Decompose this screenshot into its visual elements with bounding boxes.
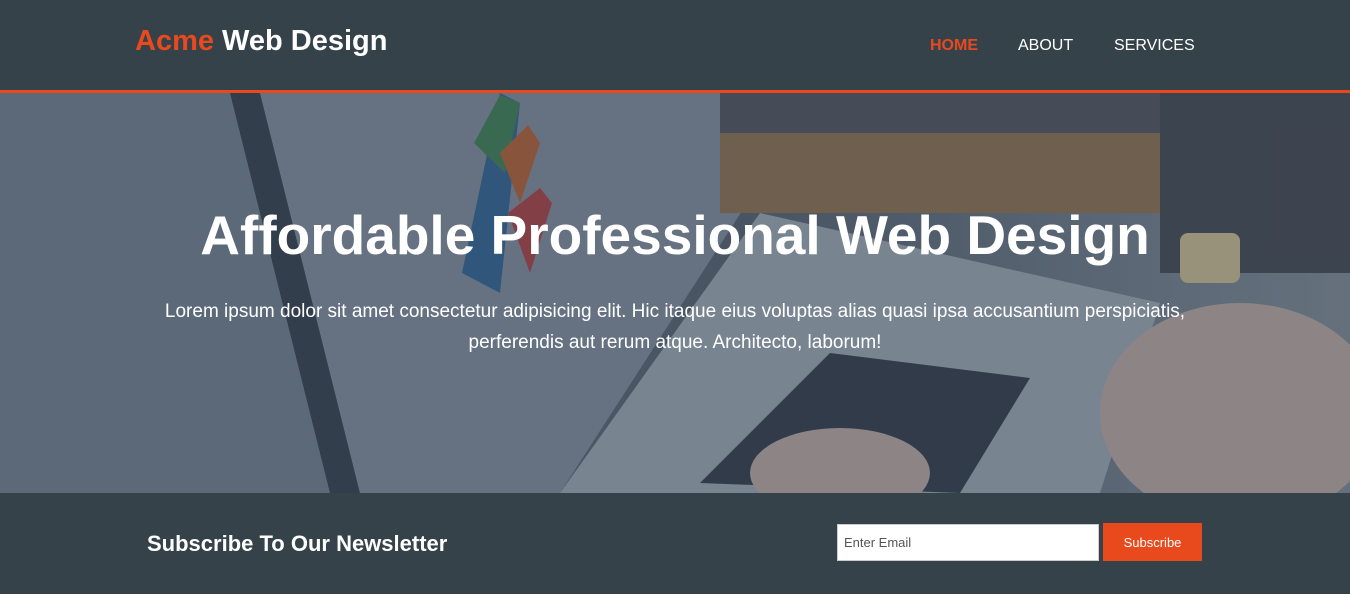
subscribe-button[interactable]: Subscribe: [1103, 523, 1202, 561]
main-nav: HOME ABOUT SERVICES: [0, 37, 1350, 57]
hero-overlay: [0, 93, 1350, 493]
nav-services[interactable]: SERVICES: [1114, 37, 1195, 55]
hero-description: Lorem ipsum dolor sit amet consectetur a…: [164, 301, 1186, 353]
newsletter-heading: Subscribe To Our Newsletter: [147, 531, 448, 556]
email-input[interactable]: [837, 524, 1099, 561]
newsletter-section: Subscribe To Our Newsletter Subscribe: [0, 493, 1350, 594]
hero-title: Affordable Professional Web Design: [200, 204, 1150, 266]
hero-showcase: Affordable Professional Web Design Lorem…: [0, 93, 1350, 493]
nav-home[interactable]: HOME: [930, 37, 978, 55]
site-header: Acme Web Design HOME ABOUT SERVICES: [0, 0, 1350, 93]
nav-about[interactable]: ABOUT: [1018, 37, 1073, 55]
